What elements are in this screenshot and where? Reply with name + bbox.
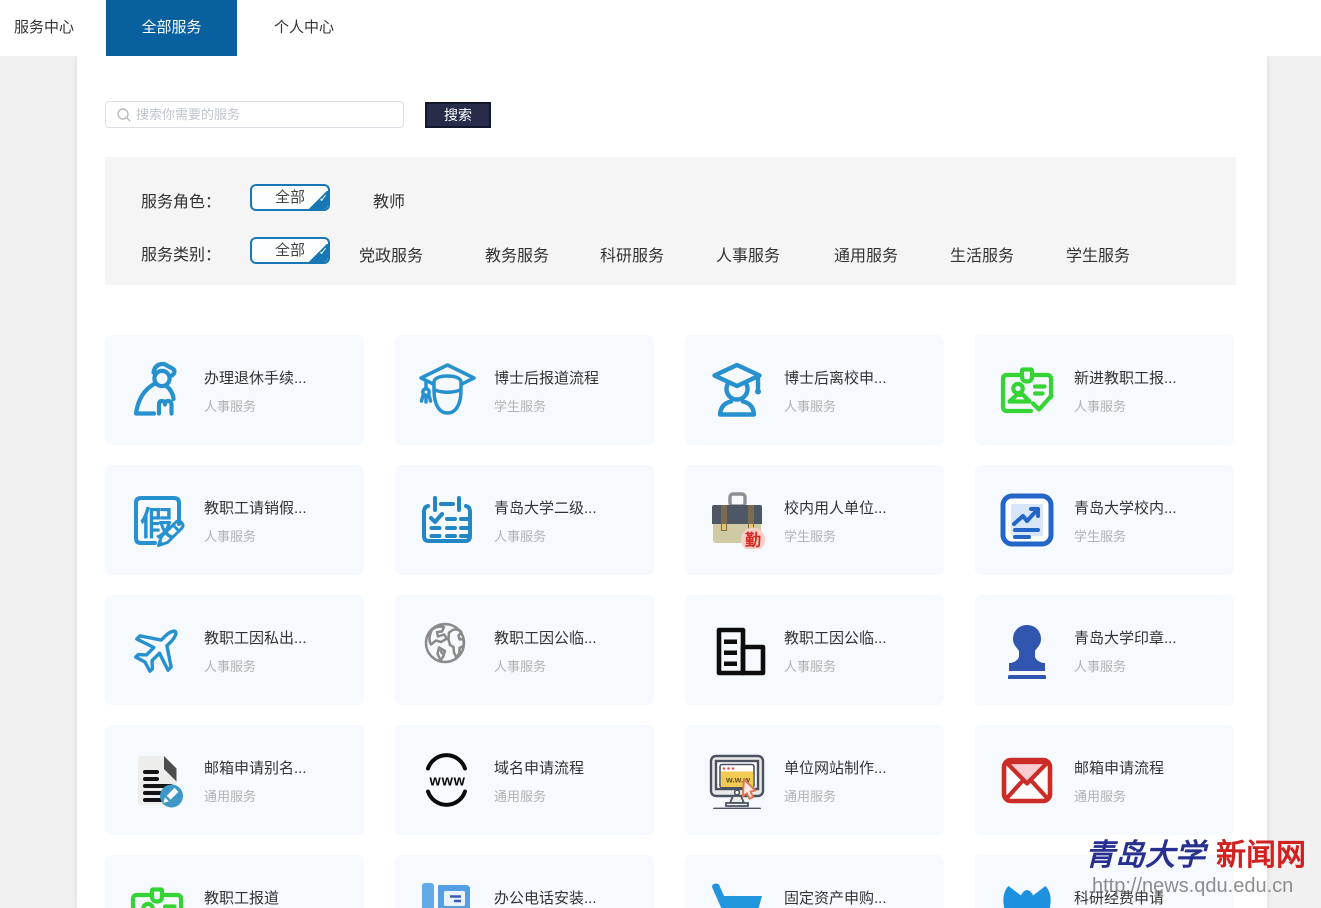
svg-text:假: 假 (140, 505, 173, 542)
svg-text:www: www (429, 774, 466, 790)
svg-text:勤: 勤 (745, 531, 761, 550)
